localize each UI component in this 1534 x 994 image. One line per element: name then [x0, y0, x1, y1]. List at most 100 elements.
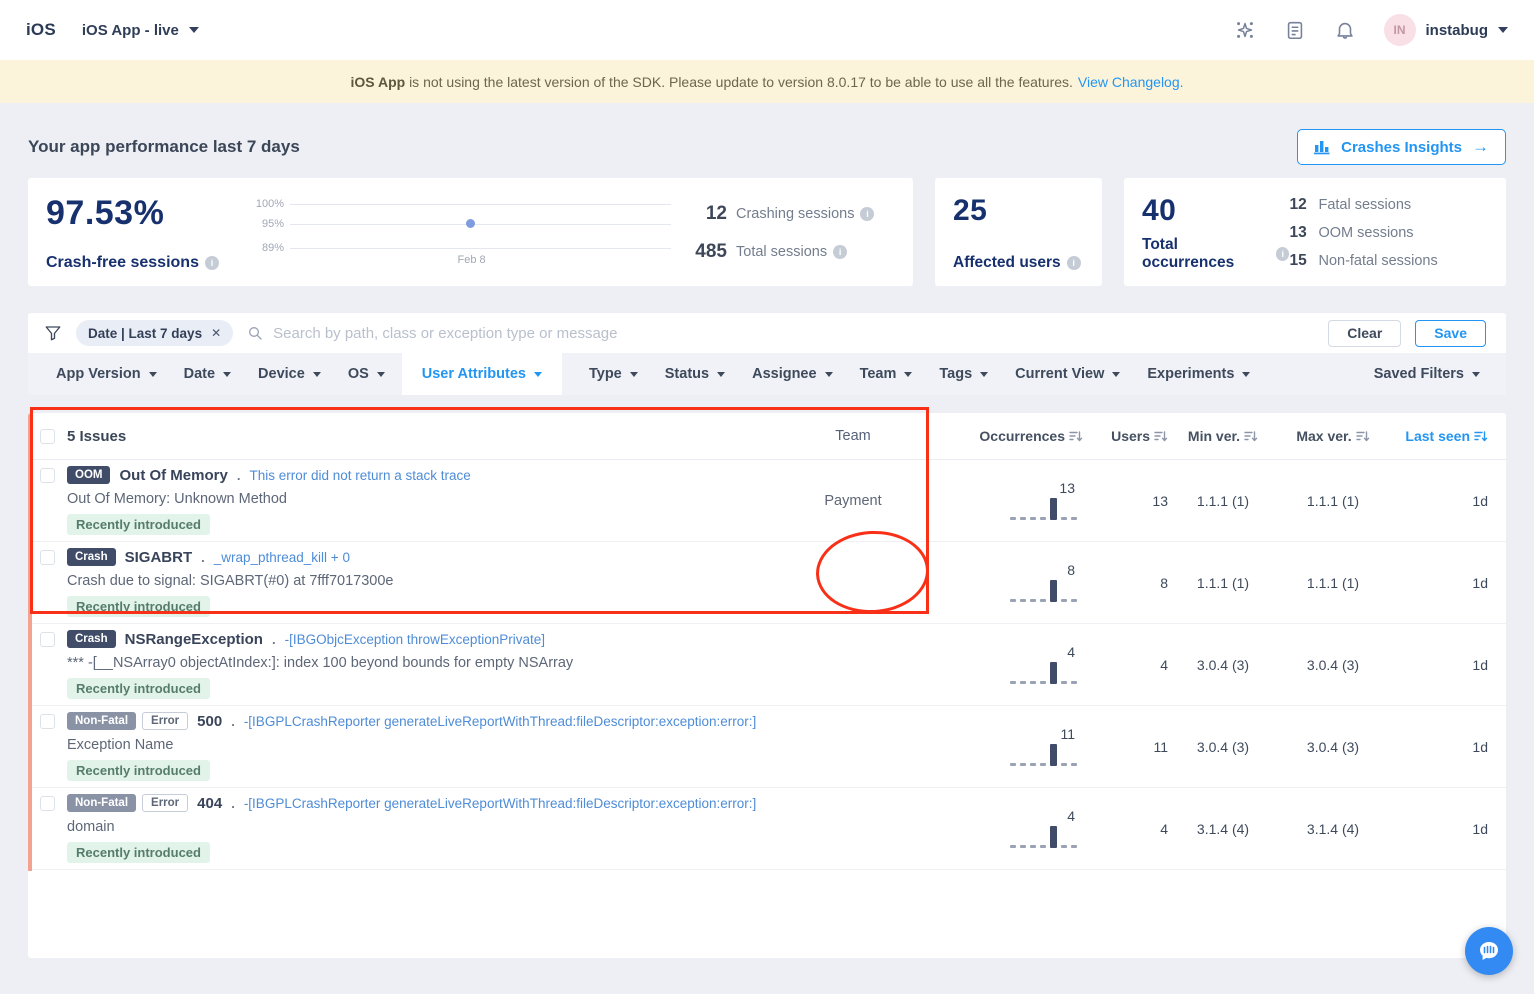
row-checkbox[interactable]	[40, 467, 55, 483]
sdk-update-banner: iOS App is not using the latest version …	[0, 60, 1534, 103]
table-row[interactable]: Non-Fatal Error 500 . -[IBGPLCrashReport…	[28, 706, 1506, 788]
release-notes-icon[interactable]	[1284, 19, 1306, 41]
last-seen-cell: 1d	[1472, 820, 1488, 837]
filter-status[interactable]: Status	[665, 353, 726, 395]
date-filter-chip[interactable]: Date | Last 7 days ✕	[76, 320, 234, 346]
table-row[interactable]: Crash NSRangeException . -[IBGObjcExcept…	[28, 624, 1506, 706]
issue-trace-link[interactable]: _wrap_pthread_kill + 0	[214, 550, 350, 565]
chevron-down-icon	[188, 27, 199, 33]
filter-experiments[interactable]: Experiments	[1147, 353, 1251, 395]
column-min-ver[interactable]: Min ver.	[1168, 428, 1278, 444]
occurrences-value: 8	[1067, 561, 1075, 578]
issue-subtitle: Crash due to signal: SIGABRT(#0) at 7fff…	[67, 573, 394, 589]
filter-app-version[interactable]: App Version	[56, 353, 157, 395]
issue-trace-link[interactable]: This error did not return a stack trace	[249, 468, 470, 483]
row-checkbox[interactable]	[40, 713, 55, 729]
chevron-down-icon	[629, 371, 638, 377]
filter-user-attributes[interactable]: User Attributes	[401, 353, 562, 395]
issue-title[interactable]: Out Of Memory	[119, 467, 227, 484]
ios-logo: iOS	[26, 20, 56, 39]
oom-sessions-label: OOM sessions	[1318, 225, 1414, 241]
last-seen-cell: 1d	[1472, 738, 1488, 755]
save-button[interactable]: Save	[1415, 319, 1486, 347]
table-row[interactable]: OOM Out Of Memory . This error did not r…	[28, 460, 1506, 542]
issue-trace-link[interactable]: -[IBGPLCrashReporter generateLiveReportW…	[244, 714, 756, 729]
status-badge: Recently introduced	[67, 842, 210, 863]
column-users[interactable]: Users	[1083, 428, 1168, 444]
filter-device[interactable]: Device	[258, 353, 321, 395]
occurrences-mini-chart: 4	[1010, 644, 1077, 684]
column-last-seen[interactable]: Last seen	[1388, 428, 1488, 444]
row-checkbox[interactable]	[40, 631, 55, 647]
unread-indicator-stripe	[28, 413, 32, 871]
filter-funnel-icon[interactable]	[44, 324, 62, 342]
issue-title[interactable]: NSRangeException	[125, 631, 263, 648]
min-ver-cell: 3.0.4 (3)	[1196, 656, 1250, 673]
search-icon	[247, 325, 263, 341]
filter-type[interactable]: Type	[589, 353, 638, 395]
app-switcher[interactable]: iOS App - live	[82, 22, 199, 39]
info-icon[interactable]: i	[1066, 256, 1081, 270]
issue-type-badge: OOM	[67, 466, 111, 484]
search-input[interactable]	[273, 324, 1315, 342]
crash-free-value: 97.53%	[46, 194, 165, 232]
clear-button[interactable]: Clear	[1328, 319, 1402, 347]
crash-free-label: Crash-free sessions	[46, 254, 199, 271]
data-point[interactable]	[466, 219, 476, 228]
info-icon[interactable]: i	[204, 256, 219, 270]
chat-launcher-button[interactable]	[1465, 927, 1513, 975]
chevron-down-icon	[148, 371, 157, 377]
app-switcher-label: iOS App - live	[81, 21, 179, 39]
filter-os[interactable]: OS	[348, 353, 385, 395]
sort-icon	[1244, 430, 1258, 441]
max-ver-cell: 3.1.4 (4)	[1306, 820, 1360, 837]
column-team[interactable]: Team	[788, 428, 918, 444]
sort-icon	[1069, 430, 1083, 441]
filter-tags[interactable]: Tags	[939, 353, 989, 395]
issue-title[interactable]: SIGABRT	[125, 549, 193, 566]
chevron-down-icon	[1112, 371, 1121, 377]
status-badge: Recently introduced	[67, 760, 210, 781]
filter-current-view[interactable]: Current View	[1015, 353, 1121, 395]
row-checkbox[interactable]	[40, 549, 55, 565]
spark-ytick-89: 89%	[261, 242, 284, 254]
info-icon[interactable]: i	[860, 207, 875, 221]
row-checkbox[interactable]	[40, 795, 55, 811]
issue-subtitle: Out Of Memory: Unknown Method	[67, 491, 287, 507]
view-changelog-link[interactable]: View Changelog.	[1078, 74, 1184, 90]
issue-title[interactable]: 500	[197, 713, 222, 730]
account-menu[interactable]: IN instabug	[1383, 14, 1508, 46]
occurrences-mini-chart: 8	[1010, 561, 1077, 602]
issue-trace-link[interactable]: -[IBGPLCrashReporter generateLiveReportW…	[244, 796, 756, 811]
chevron-down-icon	[1472, 371, 1480, 377]
select-all-checkbox[interactable]	[40, 428, 55, 444]
whats-new-icon[interactable]	[1234, 19, 1256, 41]
users-cell: 11	[1153, 738, 1168, 755]
occurrences-cell: 11	[918, 726, 1083, 766]
filter-toolbar: Date | Last 7 days ✕ Clear Save	[28, 313, 1506, 353]
column-max-ver[interactable]: Max ver.	[1278, 428, 1388, 444]
banner-app-name: iOS App	[350, 73, 406, 90]
column-occurrences[interactable]: Occurrences	[918, 428, 1083, 444]
filter-date[interactable]: Date	[184, 353, 232, 395]
notifications-bell-icon[interactable]	[1334, 19, 1356, 41]
page-title: Your app performance last 7 days	[28, 137, 300, 156]
saved-filters-dropdown[interactable]: Saved Filters	[1374, 353, 1480, 395]
arrow-right-icon: →	[1472, 137, 1489, 156]
chevron-down-icon	[1242, 371, 1251, 377]
table-row[interactable]: Crash SIGABRT . _wrap_pthread_kill + 0 C…	[28, 542, 1506, 624]
avatar: IN	[1383, 14, 1416, 46]
issue-subtitle: domain	[67, 819, 115, 835]
issue-trace-link[interactable]: -[IBGObjcException throwExceptionPrivate…	[285, 632, 545, 647]
filter-assignee[interactable]: Assignee	[752, 353, 833, 395]
chip-close-icon[interactable]: ✕	[211, 326, 221, 340]
info-icon[interactable]: i	[833, 245, 848, 259]
table-row[interactable]: Non-Fatal Error 404 . -[IBGPLCrashReport…	[28, 788, 1506, 870]
chevron-down-icon	[533, 371, 542, 377]
issue-title[interactable]: 404	[197, 795, 222, 812]
filter-team[interactable]: Team	[860, 353, 913, 395]
users-cell: 8	[1160, 574, 1168, 591]
occurrences-cell: 4	[918, 808, 1083, 848]
crashes-insights-button[interactable]: Crashes Insights →	[1297, 129, 1506, 165]
info-icon[interactable]: i	[1275, 247, 1290, 261]
